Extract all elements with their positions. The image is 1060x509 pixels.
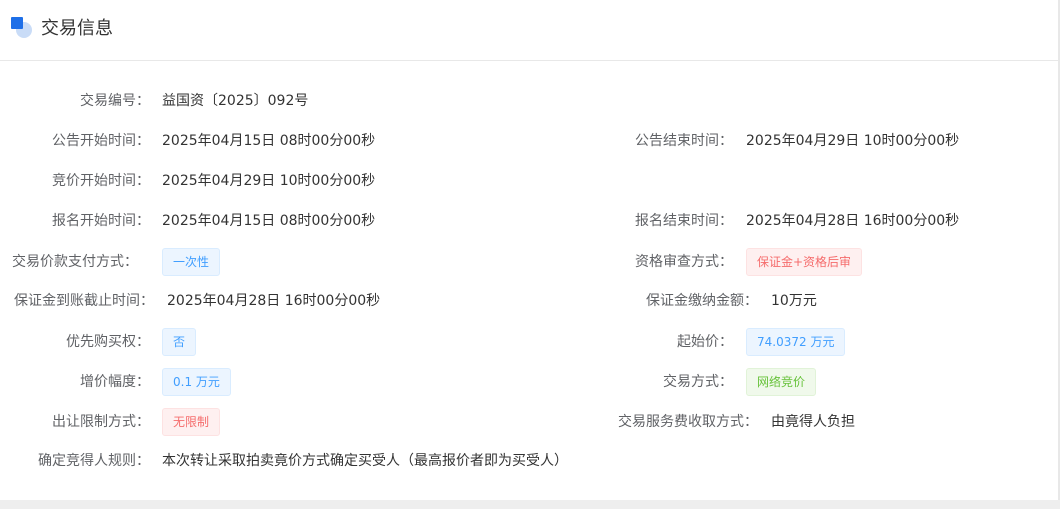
winner-rule-label: 确定竞得人规则：	[38, 453, 150, 469]
transfer-limit-label: 出让限制方式：	[52, 414, 150, 430]
section-icon	[11, 17, 33, 39]
starting-price-label: 起始价：	[677, 334, 733, 350]
signup-start-label: 报名开始时间：	[52, 213, 150, 229]
bid-start-value: 2025年04月29日 10时00分00秒	[162, 173, 376, 189]
transfer-limit-tag: 无限制	[162, 408, 221, 436]
signup-end-label: 报名结束时间：	[635, 213, 733, 229]
notice-time-row: 公告开始时间： 2025年04月15日 08时00分00秒 公告结束时间： 20…	[0, 127, 1060, 155]
section-title: 交易信息	[41, 18, 113, 39]
section-header: 交易信息	[0, 0, 1060, 61]
price-row: 优先购买权： 否 起始价： 74.0372 万元	[0, 328, 1060, 356]
bid-start-label: 竞价开始时间：	[52, 173, 150, 189]
trade-no-label: 交易编号：	[80, 93, 150, 109]
preemptive-right-tag: 否	[162, 328, 197, 356]
service-fee-value: 由竟得人负担	[771, 414, 855, 430]
notice-end-label: 公告结束时间：	[635, 133, 733, 149]
panel-bottom-bar	[0, 500, 1060, 509]
notice-end-value: 2025年04月29日 10时00分00秒	[746, 133, 960, 149]
trade-method-tag: 网络竞价	[746, 368, 817, 396]
increment-label: 增价幅度：	[80, 374, 150, 390]
winner-rule-value: 本次转让采取拍卖竟价方式确定买受人（最高报价者即为买受人）	[162, 453, 568, 469]
signup-end-value: 2025年04月28日 16时00分00秒	[746, 213, 960, 229]
signup-start-value: 2025年04月15日 08时00分00秒	[162, 213, 376, 229]
preemptive-right-label: 优先购买权：	[66, 334, 150, 350]
bid-start-row: 竞价开始时间： 2025年04月29日 10时00分00秒	[0, 167, 1060, 195]
deposit-amount-label: 保证金缴纳金额：	[646, 293, 758, 309]
trade-no-row: 交易编号： 益国资〔2025〕092号	[0, 87, 1060, 115]
deposit-amount-value: 10万元	[771, 293, 817, 309]
signup-time-row: 报名开始时间： 2025年04月15日 08时00分00秒 报名结束时间： 20…	[0, 207, 1060, 235]
deposit-deadline-value: 2025年04月28日 16时00分00秒	[167, 293, 381, 309]
starting-price-tag: 74.0372 万元	[746, 328, 846, 356]
deposit-row: 保证金到账截止时间： 2025年04月28日 16时00分00秒 保证金缴纳金额…	[0, 287, 1060, 315]
winner-rule-row: 确定竞得人规则： 本次转让采取拍卖竟价方式确定买受人（最高报价者即为买受人）	[0, 447, 1060, 475]
qualification-method-label: 资格审查方式：	[635, 254, 733, 270]
service-fee-label: 交易服务费收取方式：	[618, 414, 758, 430]
trade-method-label: 交易方式：	[663, 374, 733, 390]
deposit-deadline-label: 保证金到账截止时间：	[14, 293, 154, 309]
notice-start-value: 2025年04月15日 08时00分00秒	[162, 133, 376, 149]
payment-method-tag: 一次性	[162, 248, 221, 276]
payment-method-label: 交易价款支付方式：	[12, 254, 138, 270]
trade-no-value: 益国资〔2025〕092号	[162, 93, 309, 109]
increment-row: 增价幅度： 0.1 万元 交易方式： 网络竞价	[0, 368, 1060, 396]
notice-start-label: 公告开始时间：	[52, 133, 150, 149]
payment-row: 交易价款支付方式： 一次性 资格审查方式： 保证金+资格后审	[0, 248, 1060, 276]
increment-tag: 0.1 万元	[162, 368, 231, 396]
qualification-method-tag: 保证金+资格后审	[746, 248, 863, 276]
limit-row: 出让限制方式： 无限制 交易服务费收取方式： 由竟得人负担	[0, 408, 1060, 436]
